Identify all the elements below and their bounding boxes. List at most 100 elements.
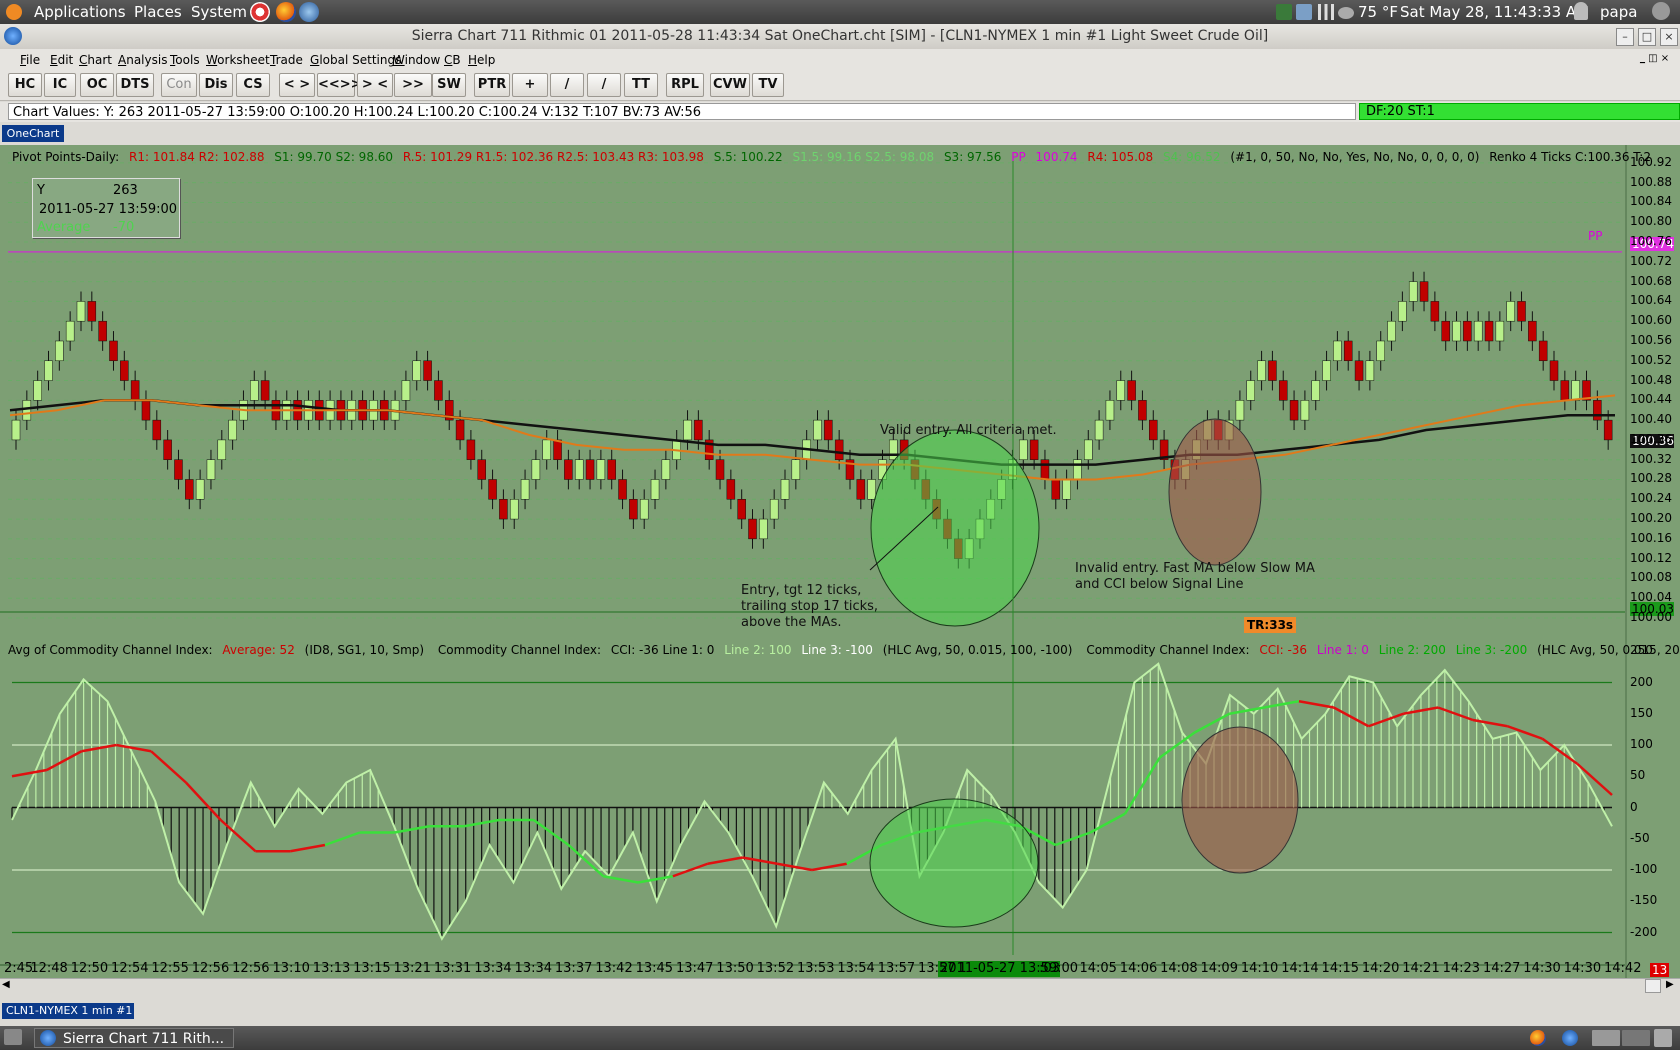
cci-signal-segment (1298, 700, 1334, 709)
candle-down (1593, 400, 1602, 421)
candle-up (791, 459, 801, 480)
chart-window-tab[interactable]: CLN1-NYMEX 1 min #1 (2, 1003, 134, 1019)
chart-tab-row: OneChart (0, 123, 1680, 144)
cci-signal-segment (290, 843, 326, 853)
temperature[interactable]: 75 °F (1358, 3, 1398, 21)
toolbar-ptr-button[interactable]: PTR (474, 73, 510, 97)
toolbar-hc-button[interactable]: HC (8, 73, 42, 97)
cci-signal-segment (11, 768, 48, 778)
time-axis-label: 13:31 (433, 961, 472, 976)
toolbar-line-button[interactable]: / (550, 73, 584, 97)
toolbar-ray-button[interactable]: / (587, 73, 621, 97)
menu-trade[interactable]: Trade (270, 53, 303, 67)
price-axis-label: 100.40 (1630, 412, 1672, 427)
tray-firefox-icon[interactable] (1530, 1030, 1546, 1046)
update-icon[interactable] (1296, 4, 1312, 20)
toolbar-sw-button[interactable]: SW (432, 73, 466, 97)
toolbar-expand-button[interactable]: <<>> (317, 73, 362, 97)
ubuntu-logo-icon[interactable] (6, 4, 22, 20)
menu-tools[interactable]: Tools (170, 53, 200, 67)
toolbar-ic-button[interactable]: IC (44, 73, 76, 97)
scroll-thumb[interactable] (1645, 979, 1661, 993)
candle-down (1560, 380, 1570, 401)
candle-down (564, 459, 573, 480)
menu-window[interactable]: Window (393, 53, 440, 67)
candle-up (889, 439, 898, 460)
chart-svg[interactable] (0, 145, 1680, 978)
toolbar-compress-button[interactable]: > < (357, 73, 393, 97)
cci-signal-segment (567, 844, 605, 878)
show-desktop-icon[interactable] (4, 1029, 22, 1045)
cci-axis-label: 0 (1630, 799, 1638, 814)
menu-help[interactable]: Help (468, 53, 495, 67)
time-axis-label: 13:34 (474, 961, 512, 976)
toolbar-connect-button[interactable]: Con (161, 73, 197, 97)
toolbar-scroll-button[interactable]: < > (279, 73, 315, 97)
toolbar-dts-button[interactable]: DTS (116, 73, 154, 97)
clock[interactable]: Sat May 28, 11:43:33 AM (1400, 3, 1589, 21)
close-button[interactable]: × (1660, 28, 1678, 46)
menu-cb[interactable]: CB (444, 53, 461, 67)
candle-up (1300, 400, 1310, 421)
annotation-entry-line3: above the MAs. (741, 615, 842, 630)
maximize-button[interactable]: □ (1638, 28, 1656, 46)
invalid-entry-cci-ellipse (1181, 726, 1299, 874)
candle-up (1084, 439, 1093, 460)
thunderbird-icon[interactable] (299, 2, 319, 22)
candle-up (250, 380, 259, 401)
toolbar-crosshair-button[interactable]: + (512, 73, 548, 97)
candle-down (260, 380, 270, 401)
tab-onechart[interactable]: OneChart (2, 125, 64, 142)
workspace-2[interactable] (1622, 1030, 1650, 1046)
toolbar-cs-button[interactable]: CS (236, 73, 270, 97)
candle-up (574, 459, 584, 480)
workspace-1[interactable] (1592, 1030, 1620, 1046)
toolbar-cvw-button[interactable]: CVW (710, 73, 750, 97)
network-icon[interactable] (1276, 4, 1292, 20)
candle-down (1343, 340, 1353, 362)
toolbar-tv-button[interactable]: TV (752, 73, 784, 97)
candle-up (1398, 301, 1407, 322)
chart-area[interactable]: Pivot Points-Daily: R1: 101.84 R2: 102.8… (0, 145, 1680, 978)
time-axis-label: 14:20 (1361, 961, 1400, 976)
menu-analysis[interactable]: Analysis (118, 53, 167, 67)
horizontal-scrollbar[interactable]: ◀ ▶ (0, 978, 1680, 993)
toolbar-oc-button[interactable]: OC (80, 73, 114, 97)
menu-chart[interactable]: Chart (79, 53, 112, 67)
user-name[interactable]: papa (1600, 3, 1637, 21)
scroll-right-icon[interactable]: ▶ (1666, 979, 1674, 990)
taskbar-window-button[interactable]: Sierra Chart 711 Rith... (34, 1028, 234, 1048)
time-axis-label: 2:45 (4, 961, 34, 976)
menu-global-settings[interactable]: Global Settings (310, 53, 401, 67)
cci-line (11, 662, 1613, 941)
time-axis-label: 14:30 (1523, 961, 1561, 976)
annotation-invalid-line2: and CCI below Signal Line (1075, 577, 1244, 592)
minimize-button[interactable]: – (1616, 28, 1634, 46)
firefox-icon[interactable] (276, 2, 296, 22)
help-icon[interactable] (250, 2, 270, 22)
toolbar-rpl-button[interactable]: RPL (666, 73, 704, 97)
time-axis-label: 13:52 (756, 961, 795, 976)
toolbar-compress-more-button[interactable]: >><< (394, 73, 432, 114)
tray-app-icon[interactable] (1562, 1030, 1578, 1046)
toolbar-tt-button[interactable]: TT (624, 73, 658, 97)
signal-icon[interactable] (1318, 4, 1334, 20)
menu-worksheet[interactable]: Worksheet (206, 53, 270, 67)
toolbar-disconnect-button[interactable]: Dis (199, 73, 233, 97)
data-tooltip: Y 263 2011-05-27 13:59:00 Average -70 (32, 178, 180, 238)
places-menu[interactable]: Places (134, 3, 182, 21)
menu-edit[interactable]: Edit (50, 53, 73, 67)
power-icon[interactable] (1652, 2, 1670, 20)
annotation-valid-entry: Valid entry. All criteria met. (880, 423, 1057, 438)
scroll-left-icon[interactable]: ◀ (2, 979, 10, 990)
invalid-entry-ellipse (1168, 418, 1262, 566)
cci-signal-segment (1472, 718, 1508, 728)
cci-params2: (HLC Avg, 50, 0.015, 100, -100) (882, 643, 1073, 657)
applications-menu[interactable]: Applications (34, 3, 126, 21)
system-menu[interactable]: System (191, 3, 247, 21)
candle-up (55, 340, 64, 362)
candle-up (1311, 380, 1320, 401)
mdi-controls[interactable]: _ ◫ × (1640, 53, 1669, 64)
menu-file[interactable]: File (20, 53, 40, 67)
trash-icon[interactable] (1654, 1029, 1672, 1047)
